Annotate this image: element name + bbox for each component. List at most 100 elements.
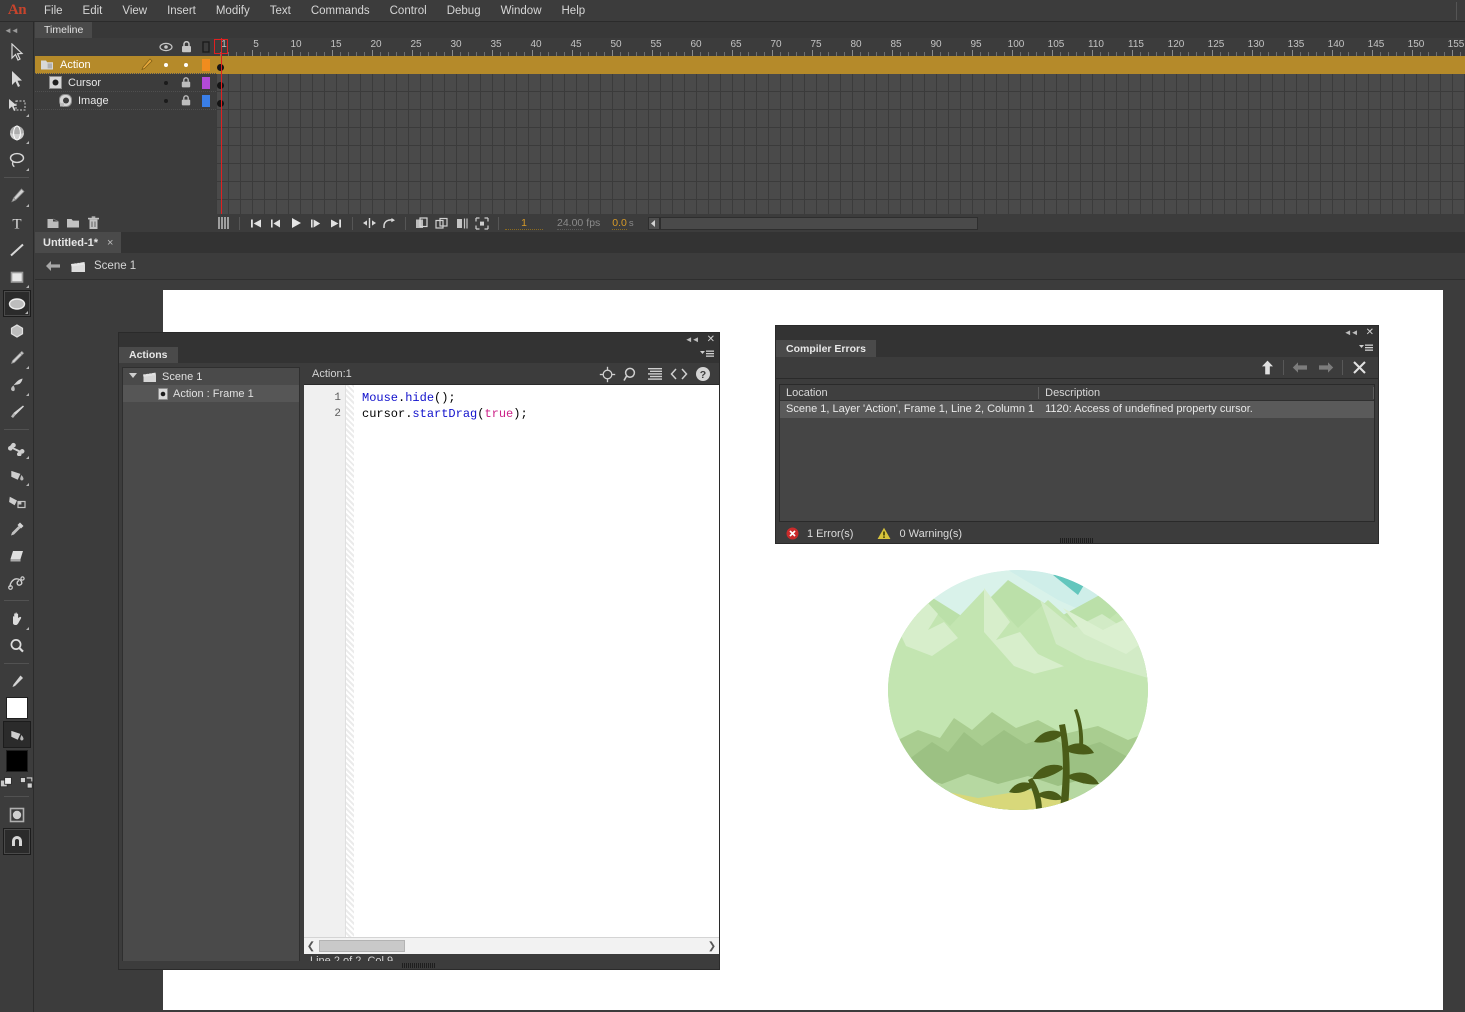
outline-icon[interactable] xyxy=(196,41,216,53)
layer-lock-toggle[interactable] xyxy=(176,95,196,106)
text-tool[interactable]: T xyxy=(3,209,31,236)
tool-expand-corner[interactable] xyxy=(25,285,29,288)
menu-item-debug[interactable]: Debug xyxy=(437,2,491,20)
layer-lock-toggle[interactable] xyxy=(176,77,196,88)
layer-row-cursor[interactable]: Cursor xyxy=(35,74,216,92)
fill-color-swatch-row[interactable] xyxy=(0,748,33,774)
stroke-color-swatch[interactable] xyxy=(5,697,28,719)
menu-item-help[interactable]: Help xyxy=(552,2,596,20)
tab-timeline[interactable]: Timeline xyxy=(35,22,93,38)
collapse-icon[interactable]: ◄◄ xyxy=(1344,328,1359,337)
play-button[interactable] xyxy=(286,214,306,232)
new-layer-button[interactable] xyxy=(43,214,63,232)
code-line[interactable]: Mouse.hide(); xyxy=(362,390,719,406)
next-error-icon[interactable] xyxy=(1313,357,1339,379)
code-lines[interactable]: Mouse.hide(); cursor.startDrag(true); xyxy=(354,385,719,937)
menu-item-window[interactable]: Window xyxy=(491,2,552,20)
resize-timeline-button[interactable] xyxy=(472,214,492,232)
menu-item-file[interactable]: File xyxy=(34,2,73,20)
stroke-color-swatch-row[interactable] xyxy=(0,695,33,721)
scroll-right-arrow-icon[interactable]: ❯ xyxy=(705,941,719,952)
eye-icon[interactable] xyxy=(156,42,176,52)
go-to-source-icon[interactable] xyxy=(1254,357,1280,379)
snap-to-objects-option-icon[interactable] xyxy=(2,828,31,855)
code-snippets-icon[interactable] xyxy=(667,363,691,385)
layer-row-action[interactable]: Action xyxy=(35,56,216,74)
black-and-white-icon[interactable] xyxy=(0,776,14,790)
circular-landscape-image[interactable] xyxy=(888,570,1148,810)
free-transform-tool[interactable] xyxy=(3,92,31,119)
selection-tool[interactable] xyxy=(3,38,31,65)
actions-panel-titlebar[interactable]: ◄◄ ✕ xyxy=(119,333,719,347)
tool-expand-corner[interactable] xyxy=(25,366,29,369)
script-navigator-tree[interactable]: Scene 1 Action : Frame 1 xyxy=(122,367,300,965)
compiler-table-rows[interactable]: Scene 1, Layer 'Action', Frame 1, Line 2… xyxy=(780,401,1374,418)
swap-colors-icon[interactable] xyxy=(19,776,34,790)
close-icon[interactable]: ✕ xyxy=(707,334,715,345)
tool-expand-corner[interactable] xyxy=(25,168,29,171)
table-row[interactable]: Scene 1, Layer 'Action', Frame 1, Line 2… xyxy=(780,401,1374,418)
frame-row-cursor[interactable] xyxy=(216,74,1465,92)
tab-compiler-errors[interactable]: Compiler Errors xyxy=(776,340,876,357)
goto-first-frame-button[interactable] xyxy=(246,214,266,232)
menu-item-view[interactable]: View xyxy=(112,2,157,20)
layer-outline-color[interactable] xyxy=(196,94,216,107)
lock-icon[interactable] xyxy=(176,41,196,53)
color-shortcut-row[interactable] xyxy=(0,774,33,792)
brush-tool[interactable] xyxy=(3,398,31,425)
actions-panel-resize-grip[interactable] xyxy=(119,961,719,969)
scrollbar-thumb[interactable] xyxy=(319,940,405,952)
paintbrush-tool[interactable] xyxy=(3,371,31,398)
tree-row-frame-script[interactable]: Action : Frame 1 xyxy=(123,385,299,402)
tool-expand-corner[interactable] xyxy=(25,204,29,207)
timeline-ruler[interactable]: 1 5 10 15 20 25 30 35 40 45 50 55 60 65 70 75 80 85 90 95 10… xyxy=(216,38,1465,56)
code-horizontal-scrollbar[interactable]: ❮ ❯ xyxy=(304,937,719,954)
fps-value[interactable]: 24.00 xyxy=(557,217,584,230)
hand-tool[interactable] xyxy=(3,605,31,632)
menu-item-text[interactable]: Text xyxy=(260,2,301,20)
onion-skin-outline-button[interactable] xyxy=(412,214,432,232)
layer-visibility-toggle[interactable] xyxy=(156,98,176,103)
line-tool[interactable] xyxy=(3,236,31,263)
previous-error-icon[interactable] xyxy=(1287,357,1313,379)
menu-item-insert[interactable]: Insert xyxy=(157,2,206,20)
tool-expand-corner[interactable] xyxy=(25,627,29,630)
bone-tool[interactable] xyxy=(3,434,31,461)
help-icon[interactable]: ? xyxy=(691,363,715,385)
polystar-tool[interactable] xyxy=(3,317,31,344)
chevron-down-icon[interactable] xyxy=(129,372,137,381)
layer-visibility-toggle[interactable] xyxy=(156,80,176,85)
tool-expand-corner[interactable] xyxy=(24,311,28,314)
timeline-scrollbar[interactable] xyxy=(659,216,978,230)
tab-actions[interactable]: Actions xyxy=(119,347,178,363)
3d-rotation-tool[interactable] xyxy=(3,119,31,146)
loop-button[interactable] xyxy=(379,214,399,232)
stage-area[interactable]: ◄◄ ✕ Actions Scene 1 Action: Frame 1 Ac… xyxy=(35,280,1465,1012)
center-frame-button[interactable] xyxy=(359,214,379,232)
pen-tool[interactable] xyxy=(3,182,31,209)
menu-item-commands[interactable]: Commands xyxy=(301,2,380,20)
step-forward-button[interactable] xyxy=(306,214,326,232)
timeline-scroll-left-button[interactable] xyxy=(647,216,660,230)
zoom-tool[interactable] xyxy=(3,632,31,659)
layer-lock-toggle[interactable] xyxy=(176,62,196,67)
modify-onion-markers-button[interactable] xyxy=(452,214,472,232)
back-arrow-icon[interactable] xyxy=(45,260,62,272)
paint-bucket-tool[interactable] xyxy=(3,461,31,488)
clear-errors-icon[interactable] xyxy=(1346,357,1372,379)
layer-outline-color[interactable] xyxy=(196,58,216,71)
collapse-icon[interactable]: ◄◄ xyxy=(685,335,700,344)
fill-color-picker-icon[interactable] xyxy=(2,721,31,748)
stroke-color-picker-icon[interactable] xyxy=(3,668,31,695)
edit-multiple-frames-button[interactable] xyxy=(432,214,452,232)
goto-last-frame-button[interactable] xyxy=(326,214,346,232)
subselection-tool[interactable] xyxy=(3,65,31,92)
pin-script-icon[interactable] xyxy=(595,363,619,385)
object-drawing-option-icon[interactable] xyxy=(3,801,31,828)
frame-row-image[interactable] xyxy=(216,92,1465,110)
pencil-tool[interactable] xyxy=(3,344,31,371)
compiler-errors-table[interactable]: Location Description Scene 1, Layer 'Acti… xyxy=(779,384,1375,522)
menu-item-modify[interactable]: Modify xyxy=(206,2,260,20)
tree-row-scene[interactable]: Scene 1 xyxy=(123,368,299,385)
tool-expand-corner[interactable] xyxy=(25,483,29,486)
